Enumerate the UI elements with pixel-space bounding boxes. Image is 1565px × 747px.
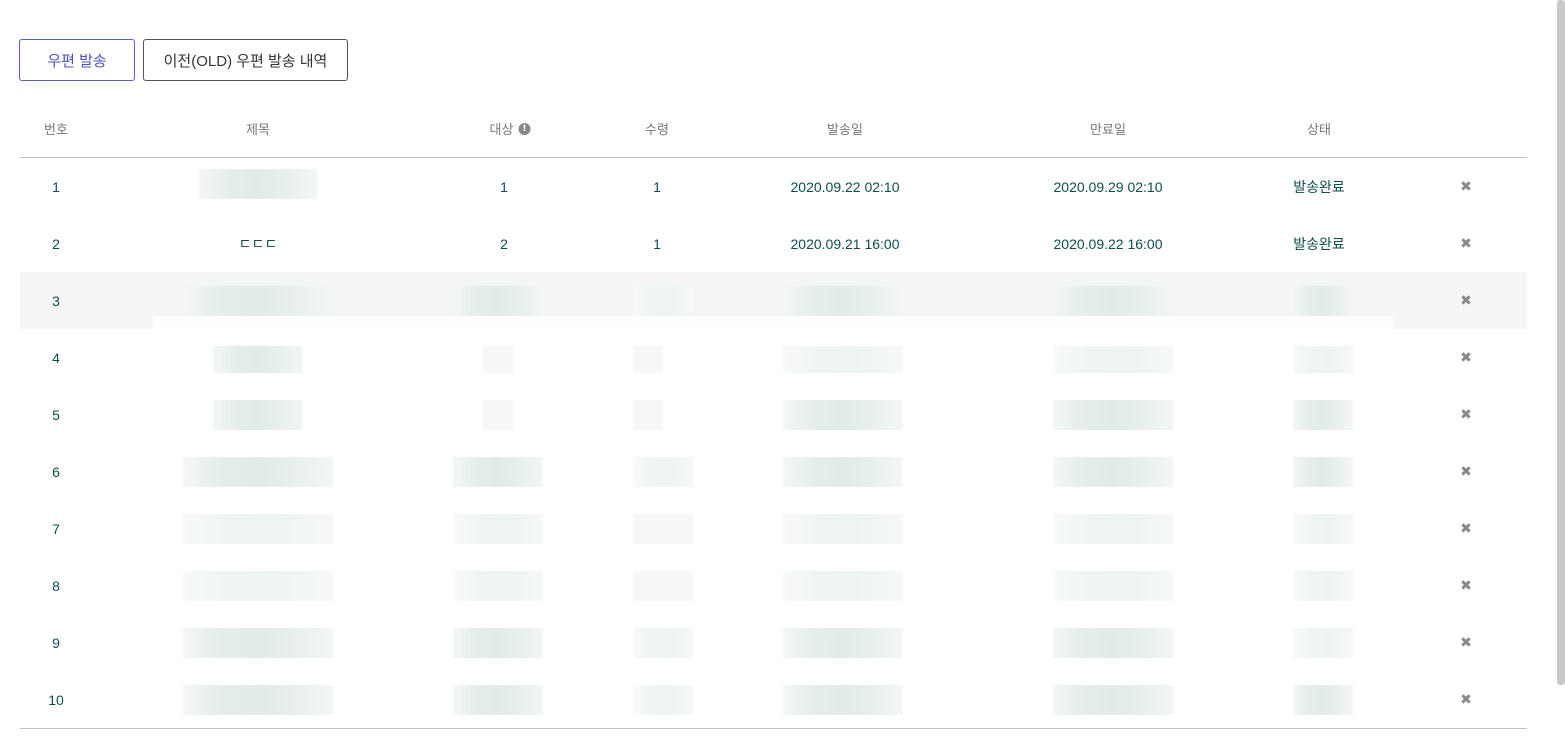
delete-icon[interactable]: ✖ (1460, 443, 1472, 500)
delete-icon[interactable]: ✖ (1460, 614, 1472, 671)
row-target-redacted (453, 557, 543, 614)
row-status: 발송완료 (1293, 178, 1345, 195)
row-sent-date-redacted (783, 500, 903, 557)
delete-icon[interactable]: ✖ (1460, 671, 1472, 728)
row-no: 8 (52, 577, 60, 594)
row-sent-date-redacted (783, 386, 903, 443)
delete-icon[interactable]: ✖ (1460, 158, 1472, 215)
info-icon[interactable]: ! (518, 122, 531, 135)
delete-icon[interactable]: ✖ (1460, 386, 1472, 443)
old-mail-history-button[interactable]: 이전(OLD) 우편 발송 내역 (143, 39, 348, 81)
row-sent-date: 2020.09.22 02:10 (790, 178, 900, 195)
row-received: 1 (653, 178, 661, 195)
row-status-redacted (1293, 557, 1353, 614)
row-title-redacted[interactable] (213, 386, 303, 443)
row-sent-date: 2020.09.21 16:00 (790, 235, 900, 252)
row-target: 1 (500, 178, 508, 195)
toolbar: 우편 발송 이전(OLD) 우편 발송 내역 (19, 39, 348, 81)
row-received-redacted (633, 386, 663, 443)
delete-icon[interactable]: ✖ (1460, 329, 1472, 386)
table-row[interactable]: 1 1 1 2020.09.22 02:10 2020.09.29 02:10 … (20, 158, 1527, 215)
row-received-redacted (633, 557, 693, 614)
row-received-redacted (633, 443, 693, 500)
table-row[interactable]: 7 ✖ (20, 500, 1527, 557)
row-expire-date-redacted (1053, 443, 1173, 500)
delete-icon[interactable]: ✖ (1460, 557, 1472, 614)
row-status: 발송완료 (1293, 235, 1345, 252)
row-no: 2 (52, 235, 60, 252)
header-received: 수령 (645, 122, 669, 137)
table-row[interactable]: 9 ✖ (20, 614, 1527, 671)
table-row[interactable]: 8 ✖ (20, 557, 1527, 614)
table-row[interactable]: 5 ✖ (20, 386, 1527, 443)
row-target-redacted (453, 443, 543, 500)
row-target: 2 (500, 235, 508, 252)
row-sent-date-redacted (783, 671, 903, 728)
row-target-redacted (453, 500, 543, 557)
table-row[interactable]: 6 ✖ (20, 443, 1527, 500)
row-title-redacted[interactable] (183, 443, 333, 500)
row-received-redacted (633, 500, 693, 557)
header-sent-date: 발송일 (827, 122, 863, 137)
row-status-redacted (1293, 671, 1353, 728)
mail-table: 번호 제목 대상 ! 수령 발송일 만료일 상태 1 1 1 2020.09.2… (20, 100, 1527, 729)
row-no: 4 (52, 349, 60, 366)
row-expire-date-redacted (1053, 557, 1173, 614)
row-status-redacted (1293, 443, 1353, 500)
row-no: 1 (52, 178, 60, 195)
header-status: 상태 (1307, 122, 1331, 137)
header-expire-date: 만료일 (1090, 122, 1126, 137)
table-row[interactable]: 2 ㄷㄷㄷ 2 1 2020.09.21 16:00 2020.09.22 16… (20, 215, 1527, 272)
row-status-redacted (1293, 386, 1353, 443)
row-sent-date-redacted (783, 557, 903, 614)
table-bottom-divider (20, 728, 1527, 729)
delete-icon[interactable]: ✖ (1460, 215, 1472, 272)
send-mail-button[interactable]: 우편 발송 (19, 39, 135, 81)
row-received-redacted (633, 614, 693, 671)
redaction-overlay (153, 316, 1393, 346)
row-title[interactable]: ㄷㄷㄷ (239, 215, 278, 272)
table-row[interactable]: 10 ✖ (20, 671, 1527, 728)
row-expire-date-redacted (1053, 614, 1173, 671)
header-target[interactable]: 대상 ! (490, 100, 531, 157)
row-target-redacted (453, 671, 543, 728)
row-received-redacted (633, 671, 693, 728)
header-title: 제목 (246, 122, 270, 137)
row-status-redacted (1293, 500, 1353, 557)
row-expire-date-redacted (1053, 386, 1173, 443)
row-title-redacted[interactable] (183, 614, 333, 671)
table-header: 번호 제목 대상 ! 수령 발송일 만료일 상태 (20, 100, 1527, 158)
row-expire-date-redacted (1053, 671, 1173, 728)
row-sent-date-redacted (783, 614, 903, 671)
delete-icon[interactable]: ✖ (1460, 500, 1472, 557)
row-no: 5 (52, 406, 60, 423)
row-title-redacted[interactable] (183, 557, 333, 614)
row-expire-date-redacted (1053, 500, 1173, 557)
row-title-redacted[interactable] (183, 500, 333, 557)
row-target-redacted (453, 614, 543, 671)
row-status-redacted (1293, 614, 1353, 671)
row-received: 1 (653, 235, 661, 252)
row-no: 10 (48, 691, 64, 708)
row-sent-date-redacted (783, 443, 903, 500)
row-expire-date: 2020.09.29 02:10 (1053, 178, 1163, 195)
row-target-redacted (483, 386, 513, 443)
delete-icon[interactable]: ✖ (1460, 272, 1472, 329)
row-title-redacted[interactable] (199, 155, 317, 212)
header-no: 번호 (44, 122, 68, 137)
row-no: 7 (52, 520, 60, 537)
vertical-scrollbar[interactable] (1557, 0, 1565, 685)
row-no: 3 (52, 292, 60, 309)
row-no: 6 (52, 463, 60, 480)
row-expire-date: 2020.09.22 16:00 (1053, 235, 1163, 252)
row-no: 9 (52, 634, 60, 651)
mail-history-page: 우편 발송 이전(OLD) 우편 발송 내역 번호 제목 대상 ! 수령 발송일… (0, 0, 1565, 747)
header-target-label: 대상 (489, 122, 514, 137)
table-body: 1 1 1 2020.09.22 02:10 2020.09.29 02:10 … (20, 158, 1527, 728)
row-title-redacted[interactable] (183, 671, 333, 728)
